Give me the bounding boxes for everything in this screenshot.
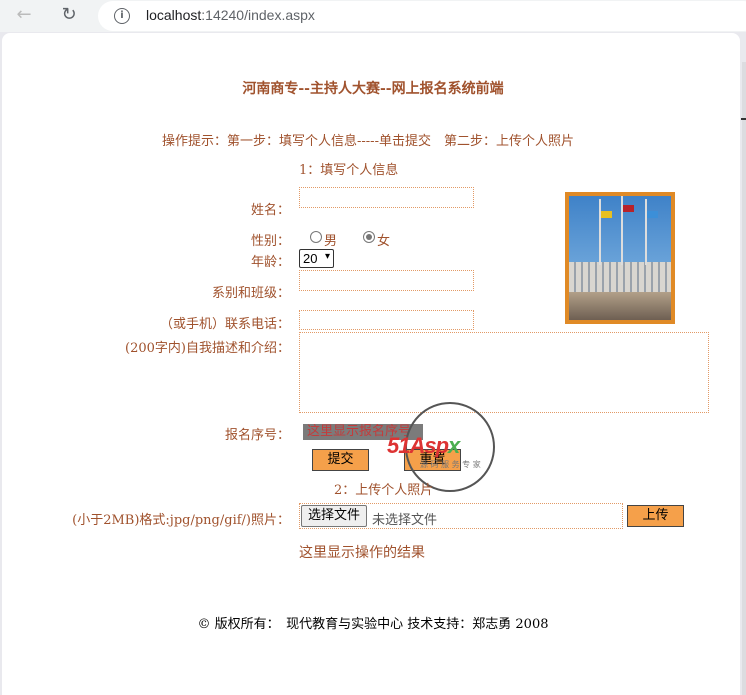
photo-label: (小于2MB)格式:jpg/png/gif/)照片：	[72, 513, 290, 528]
watermark-logo: 51Aspx	[387, 433, 460, 458]
reload-icon[interactable]: ↻	[57, 4, 81, 26]
age-select[interactable]: 20 ▾	[299, 249, 334, 268]
serial-label: 报名序号：	[224, 428, 290, 443]
browser-toolbar: ← ↻ i localhost:14240/index.aspx	[0, 0, 746, 32]
choose-file-button[interactable]: 选择文件	[301, 505, 368, 527]
footer-copyright: © 版权所有： 现代教育与实验中心 技术支持：郑志勇 2008	[197, 617, 549, 632]
upload-button[interactable]: 上传	[627, 505, 684, 527]
back-icon[interactable]: ←	[12, 4, 36, 26]
scrollbar[interactable]	[742, 62, 746, 695]
gender-male-label[interactable]: 男	[324, 230, 337, 249]
step2-heading: 2：上传个人照片	[334, 483, 434, 498]
intro-textarea[interactable]	[299, 332, 709, 413]
gender-female-label[interactable]: 女	[377, 230, 390, 249]
info-icon[interactable]: i	[114, 8, 130, 24]
page-title: 河南商专--主持人大赛--网上报名系统前端	[242, 81, 504, 97]
url-text: localhost:14240/index.aspx	[146, 7, 315, 23]
result-text: 这里显示操作的结果	[299, 545, 425, 561]
age-label: 年龄：	[250, 255, 290, 270]
name-label: 姓名：	[250, 203, 290, 218]
phone-label: （或手机）联系电话：	[159, 317, 290, 332]
operation-hint: 操作提示：第一步：填写个人信息-----单击提交 第二步：上传个人照片	[162, 134, 574, 149]
gender-male-radio[interactable]	[310, 231, 322, 243]
scroll-indicator	[741, 118, 746, 120]
intro-label: (200字内)自我描述和介绍：	[125, 341, 290, 356]
class-label: 系别和班级：	[211, 286, 290, 301]
name-input[interactable]	[299, 187, 474, 208]
file-input[interactable]: 选择文件 未选择文件	[299, 503, 623, 529]
submit-button[interactable]: 提交	[312, 449, 369, 471]
step1-heading: 1：填写个人信息	[299, 163, 399, 178]
address-bar[interactable]: i localhost:14240/index.aspx	[98, 1, 746, 31]
campus-photo	[565, 192, 675, 324]
watermark-subtitle: 源 码 服 务 专 家	[420, 460, 481, 469]
chevron-down-icon: ▾	[324, 251, 330, 262]
gender-female-radio[interactable]	[363, 231, 375, 243]
gender-label: 性别：	[250, 234, 290, 249]
phone-input[interactable]	[299, 310, 474, 330]
class-input[interactable]	[299, 270, 474, 291]
file-status: 未选择文件	[372, 513, 438, 528]
